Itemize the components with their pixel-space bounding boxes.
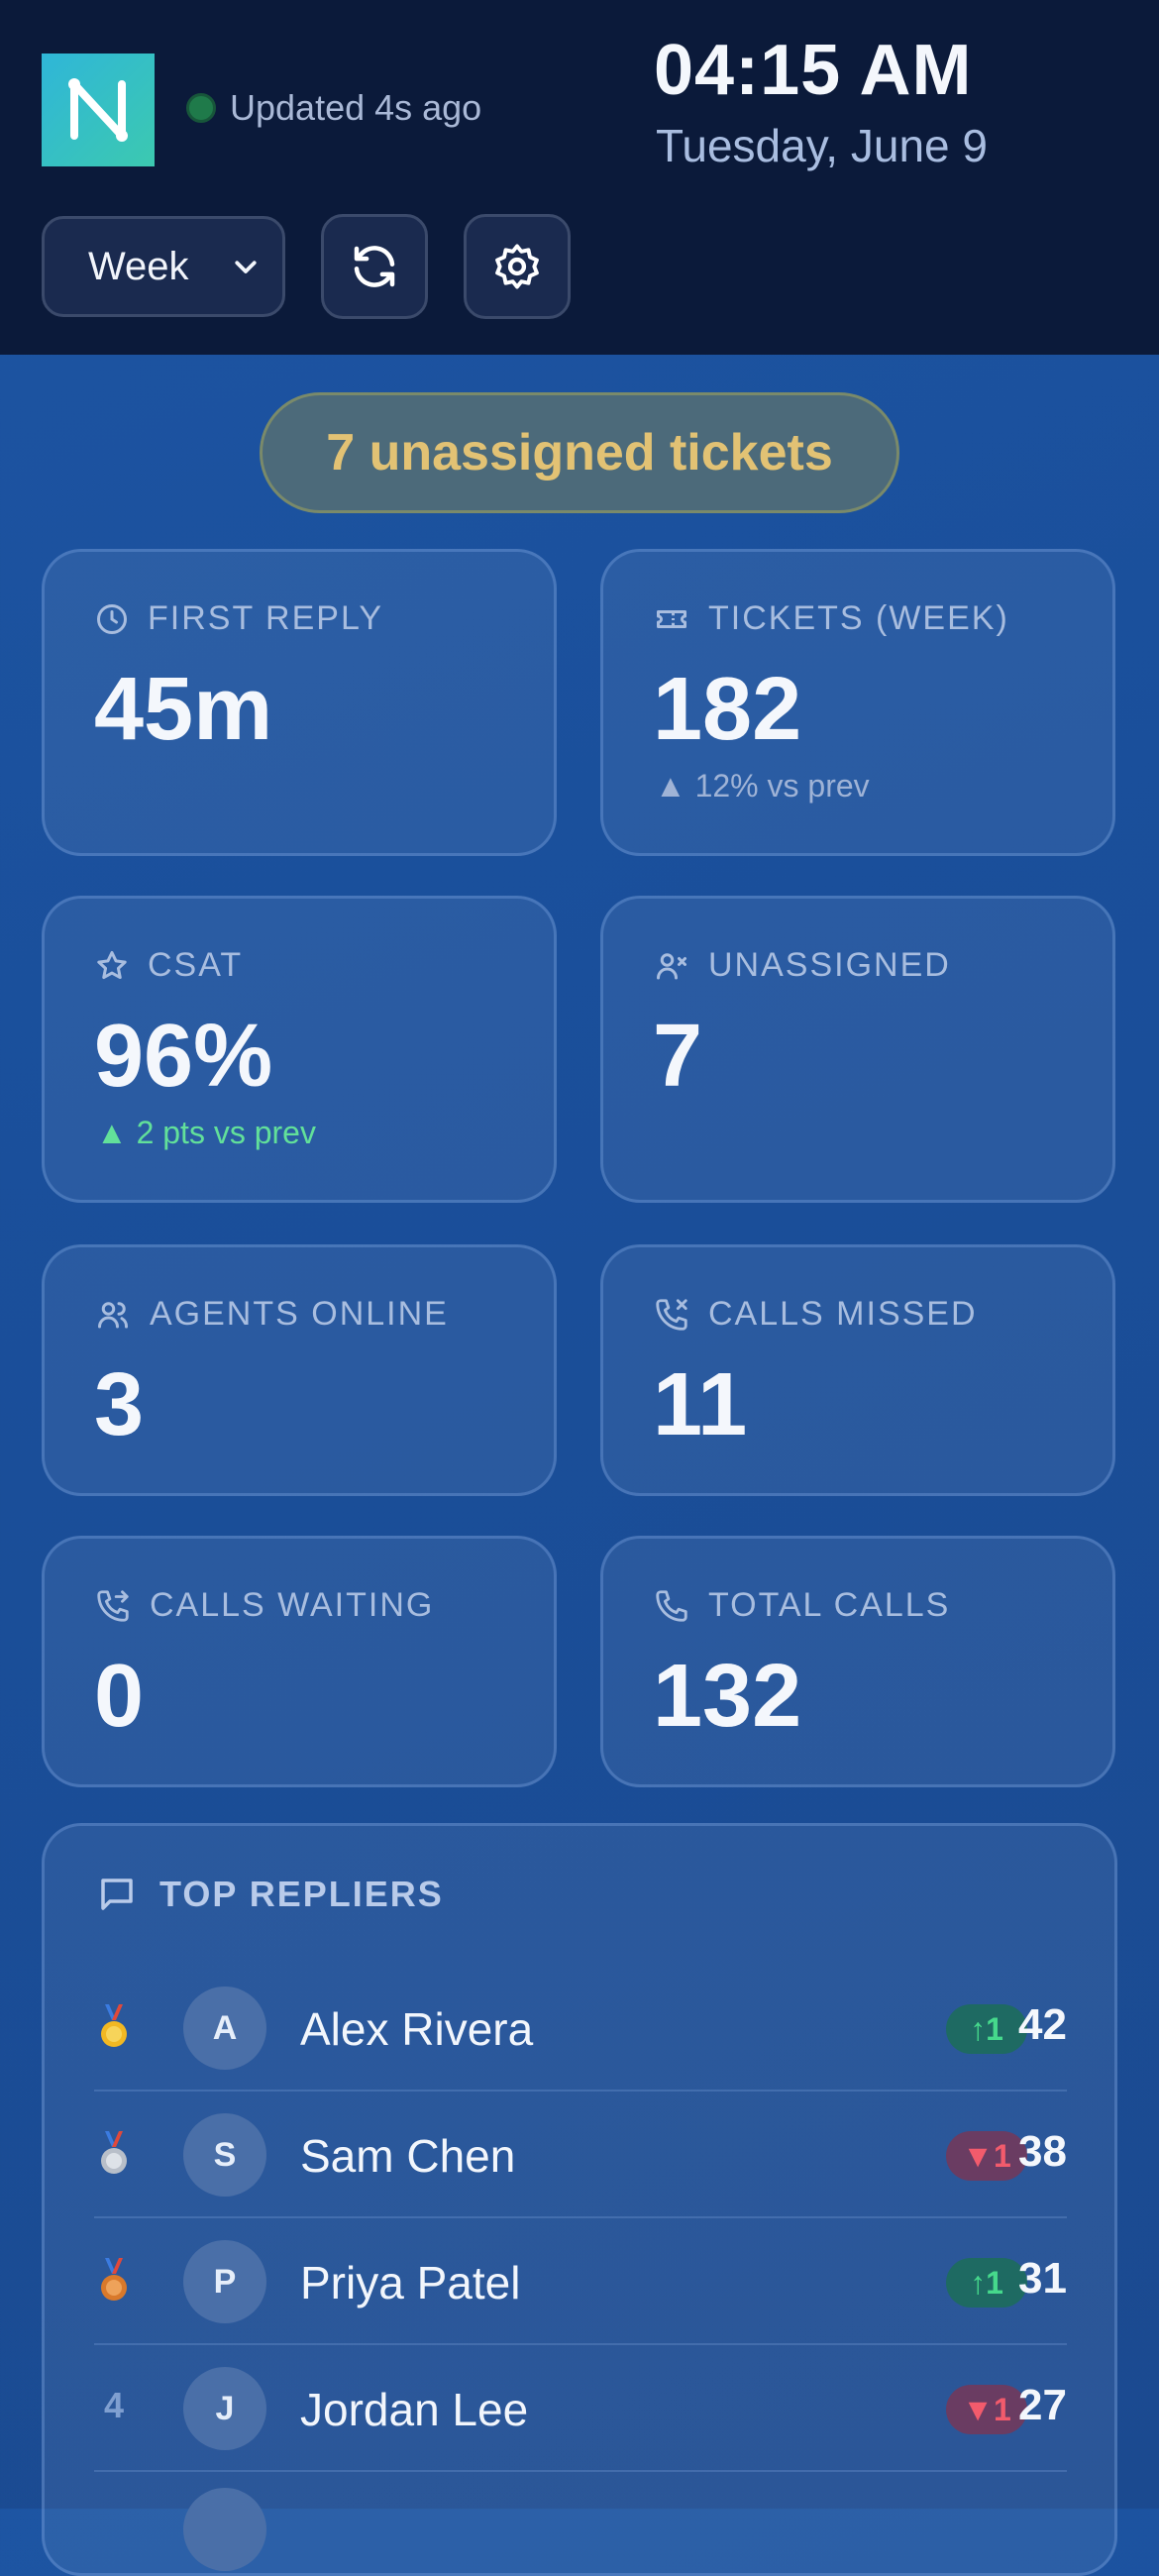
metric-card-total-calls[interactable]: TOTAL CALLS 132 [600,1536,1115,1787]
star-icon [97,950,127,979]
metric-label: UNASSIGNED [653,946,951,985]
avatar: J [183,2367,266,2450]
rank-cell [94,2004,134,2059]
agent-name: Alex Rivera [300,2003,534,2055]
rank-number: 4 [103,2385,125,2425]
metric-card-first-reply[interactable]: FIRST REPLY 45m [42,549,557,856]
chevron-down-icon [235,261,257,273]
metric-value: 45m [94,660,273,759]
avatar: S [183,2113,266,2197]
logo-mark-icon [68,78,128,142]
metric-value: 182 [653,660,802,759]
leaderboard-row[interactable]: 4 J Jordan Lee ▼1 27 [94,2345,1067,2472]
refresh-icon [354,246,395,287]
ticket-icon [657,609,686,628]
bronze-medal-icon [101,2258,127,2301]
avatar: P [183,2240,266,2323]
panel-title: TOP REPLIERS [159,1874,444,1914]
metric-card-csat[interactable]: CSAT 96% ▲ 2 pts vs prev [42,896,557,1203]
agent-name: Sam Chen [300,2130,516,2182]
rank-change-badge: ▼1 [946,2385,1027,2434]
rank-change-badge: ↑1 [946,2004,1027,2054]
clock: 04:15 AM [654,31,973,110]
phone-missed-icon [656,1298,687,1331]
silver-medal-icon [101,2131,127,2174]
refresh-button[interactable] [321,214,428,319]
user-x-icon [657,952,686,979]
clock-icon [97,603,127,634]
metric-trend: ▲ 2 pts vs prev [96,1115,316,1150]
metric-label-text: UNASSIGNED [708,946,951,984]
reply-count: 27 [1018,2381,1067,2429]
metric-label: AGENTS ONLINE [94,1295,449,1334]
leaderboard-row[interactable]: S Sam Chen ▼1 38 [94,2092,1067,2218]
period-select-value: Week [88,244,189,288]
metric-trend: ▲ 12% vs prev [655,768,870,804]
metric-label: TOTAL CALLS [653,1586,950,1625]
period-select[interactable]: Week [42,216,285,317]
date: Tuesday, June 9 [656,120,988,171]
gold-medal-icon [101,2004,127,2047]
gear-icon [495,244,539,289]
app-logo[interactable] [42,54,155,166]
top-bar: Updated 4s ago 04:15 AM Tuesday, June 9 … [0,0,1159,355]
metric-card-agents-online[interactable]: AGENTS ONLINE 3 [42,1244,557,1496]
status-text: Updated 4s ago [230,87,482,128]
metric-value: 132 [653,1647,802,1746]
rank-cell [94,2258,134,2312]
metric-card-tickets-week[interactable]: TICKETS (WEEK) 182 ▲ 12% vs prev [600,549,1115,856]
metric-value: 0 [94,1647,145,1746]
metric-label-text: CALLS MISSED [708,1295,978,1333]
unassigned-alert[interactable]: 7 unassigned tickets [260,392,899,513]
rank-cell [94,2131,134,2186]
metric-label-text: CSAT [148,946,244,984]
reply-count: 38 [1018,2127,1067,2176]
phone-forward-icon [97,1589,129,1622]
top-repliers-panel: TOP REPLIERS A Alex Rivera ↑1 42 S Sam C… [42,1823,1117,2576]
metric-label-text: CALLS WAITING [150,1586,435,1624]
update-status: Updated 4s ago [186,87,481,129]
agent-name: Jordan Lee [300,2384,529,2435]
metric-value: 7 [653,1007,703,1106]
metric-value: 11 [653,1355,748,1454]
metric-label: TICKETS (WEEK) [653,599,1009,638]
metric-label-text: FIRST REPLY [148,599,384,637]
panel-header: TOP REPLIERS [96,1874,444,1915]
metric-value: 96% [94,1007,273,1106]
metric-label-text: TICKETS (WEEK) [708,599,1009,637]
metric-label: FIRST REPLY [94,599,383,638]
metric-card-unassigned[interactable]: UNASSIGNED 7 [600,896,1115,1203]
leaderboard-row[interactable]: A Alex Rivera ↑1 42 [94,1965,1067,2092]
avatar: A [183,1986,266,2070]
metric-label: CALLS WAITING [94,1586,434,1625]
agent-name: Priya Patel [300,2257,521,2308]
metric-card-calls-missed[interactable]: CALLS MISSED 11 [600,1244,1115,1496]
rank-change-badge: ↑1 [946,2258,1027,2308]
reply-count: 42 [1018,2000,1067,2049]
leaderboard-row[interactable]: P Priya Patel ↑1 31 [94,2218,1067,2345]
metric-label-text: TOTAL CALLS [708,1586,951,1624]
rank-change-badge: ▼1 [946,2131,1027,2181]
metric-label: CSAT [94,946,243,985]
alert-text: 7 unassigned tickets [326,424,833,482]
users-icon [98,1301,128,1328]
metric-card-calls-waiting[interactable]: CALLS WAITING 0 [42,1536,557,1787]
avatar-partial [183,2488,266,2571]
reply-count: 31 [1018,2254,1067,2303]
metric-label: CALLS MISSED [653,1295,978,1334]
message-square-icon [101,1878,133,1910]
metric-value: 3 [94,1355,145,1454]
settings-button[interactable] [464,214,571,319]
status-dot-icon [186,93,216,123]
metric-label-text: AGENTS ONLINE [150,1295,449,1333]
phone-icon [656,1589,687,1622]
